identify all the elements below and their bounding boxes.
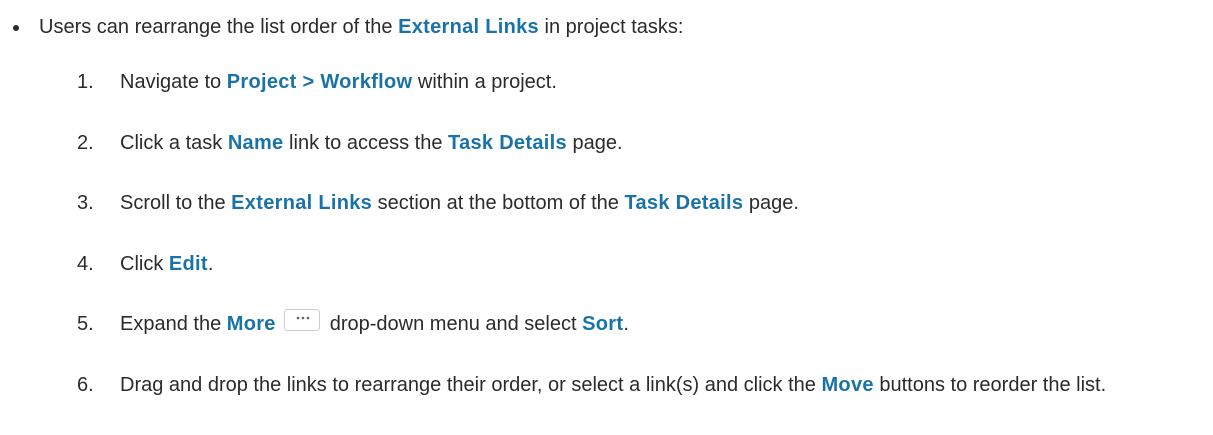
external-links-keyword: External Links [231, 192, 373, 214]
step-text: Expand the More drop-down menu and select… [120, 309, 1190, 339]
ellipsis-icon [296, 316, 310, 320]
edit-keyword: Edit [168, 253, 208, 275]
more-keyword: More [226, 313, 276, 335]
task-details-keyword: Task Details [448, 132, 567, 154]
sort-keyword: Sort [582, 313, 624, 335]
step-number: 5. [77, 313, 94, 335]
steps-list: 1. Navigate to Project > Workflow within… [0, 0, 1213, 435]
task-details-keyword: Task Details [624, 192, 744, 214]
step-text: Click a task Name link to access the Tas… [120, 132, 623, 154]
step-text: Drag and drop the links to rearrange the… [120, 374, 1107, 396]
step-text: Scroll to the External Links section at … [120, 192, 799, 214]
name-keyword: Name [227, 132, 284, 154]
step-number: 3. [77, 192, 94, 214]
step-number: 4. [77, 253, 94, 275]
step-number: 1. [77, 71, 94, 93]
move-keyword: Move [821, 374, 874, 396]
step-text: Click Edit. [120, 253, 214, 275]
step-text: Navigate to Project > Workflow within a … [120, 71, 557, 93]
project-workflow-keyword: Project > Workflow [226, 71, 413, 93]
more-button[interactable] [283, 309, 320, 331]
step-number: 6. [77, 374, 94, 396]
step-number: 2. [77, 132, 94, 154]
help-document: Users can rearrange the list order of th… [0, 0, 1213, 435]
